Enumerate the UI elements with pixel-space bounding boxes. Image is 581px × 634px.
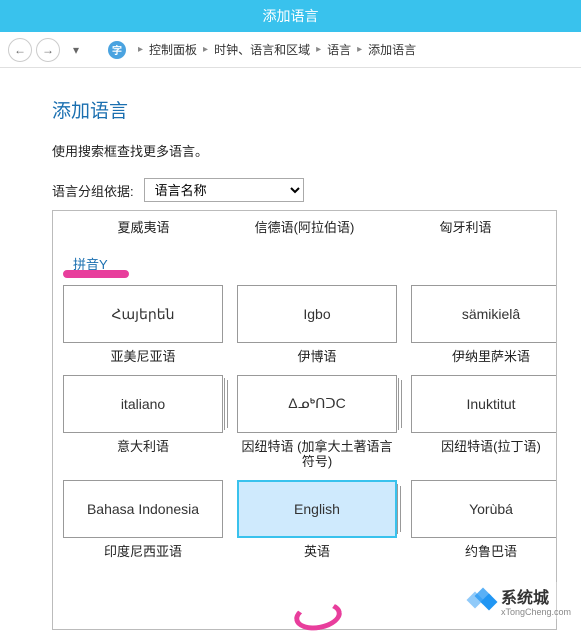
language-tile-label: 因纽特语(拉丁语): [441, 439, 541, 455]
language-tile-wrap: Igbo 伊博语: [237, 285, 397, 365]
language-tile-wrap: ΔᓄᒃᑎᑐC 因纽特语 (加拿大土著语言符号): [237, 375, 397, 470]
language-tile[interactable]: Հայերեն: [63, 285, 223, 343]
language-tile[interactable]: italiano: [63, 375, 223, 433]
language-tile[interactable]: Yorùbá: [411, 480, 557, 538]
section-heading: 拼音Y: [63, 240, 546, 279]
language-tile-label: 英语: [304, 544, 330, 560]
back-button[interactable]: ←: [8, 38, 32, 62]
breadcrumb: ▸ 控制面板 ▸ 时钟、语言和区域 ▸ 语言 ▸ 添加语言: [138, 41, 416, 58]
window-title: 添加语言: [263, 6, 319, 26]
language-tile-label: 伊博语: [297, 349, 336, 365]
language-tile-label: 因纽特语 (加拿大土著语言符号): [237, 439, 397, 470]
watermark-logo-icon: [467, 586, 497, 616]
language-tile-label: 意大利语: [117, 439, 169, 455]
watermark-text: 系统城 xTongCheng.com: [501, 584, 571, 617]
breadcrumb-item[interactable]: 控制面板: [149, 41, 197, 58]
language-tile-wrap: sämikielâ 伊纳里萨米语: [411, 285, 557, 365]
language-tile-label: 亚美尼亚语: [110, 349, 175, 365]
language-tile[interactable]: ΔᓄᒃᑎᑐC: [237, 375, 397, 433]
chevron-right-icon: ▸: [203, 44, 208, 55]
language-tile[interactable]: Igbo: [237, 285, 397, 343]
chevron-right-icon: ▸: [316, 44, 321, 55]
language-tile[interactable]: Inuktitut: [411, 375, 557, 433]
language-tile-wrap: Inuktitut 因纽特语(拉丁语): [411, 375, 557, 470]
language-label: 信德语(阿拉伯语): [225, 217, 385, 236]
group-select[interactable]: 语言名称: [144, 178, 304, 202]
chevron-right-icon: ▸: [138, 44, 143, 55]
breadcrumb-item[interactable]: 时钟、语言和区域: [214, 41, 310, 58]
language-label: 匈牙利语: [386, 217, 546, 236]
page-title: 添加语言: [52, 96, 557, 123]
language-tile-wrap: Հայերեն 亚美尼亚语: [63, 285, 223, 365]
language-tile-label: 约鲁巴语: [465, 544, 517, 560]
language-tile-wrap: English 英语: [237, 480, 397, 560]
breadcrumb-item[interactable]: 添加语言: [368, 41, 416, 58]
language-grid: Հայերեն亚美尼亚语Igbo伊博语sämikielâ伊纳里萨米语italia…: [63, 279, 546, 559]
content-area: 添加语言 使用搜索框查找更多语言。 语言分组依据: 语言名称 夏威夷语 信德语(…: [0, 68, 581, 630]
chevron-right-icon: ▸: [357, 44, 362, 55]
language-tile-wrap: Yorùbá 约鲁巴语: [411, 480, 557, 560]
group-label: 语言分组依据:: [52, 181, 134, 200]
window-titlebar: 添加语言: [0, 0, 581, 32]
annotation-underline: [63, 270, 129, 278]
language-tile[interactable]: sämikielâ: [411, 285, 557, 343]
search-hint: 使用搜索框查找更多语言。: [52, 141, 557, 160]
forward-button[interactable]: →: [36, 38, 60, 62]
language-tile[interactable]: English: [237, 480, 397, 538]
language-tile-wrap: italiano 意大利语: [63, 375, 223, 470]
language-tile[interactable]: Bahasa Indonesia: [63, 480, 223, 538]
nav-toolbar: ← → ▾ 字 ▸ 控制面板 ▸ 时钟、语言和区域 ▸ 语言 ▸ 添加语言: [0, 32, 581, 68]
previous-section-tail: 夏威夷语 信德语(阿拉伯语) 匈牙利语: [63, 211, 546, 240]
globe-icon: 字: [108, 41, 126, 59]
language-tile-label: 伊纳里萨米语: [452, 349, 530, 365]
language-tile-label: 印度尼西亚语: [104, 544, 182, 560]
watermark: 系统城 xTongCheng.com: [463, 582, 575, 619]
language-tile-wrap: Bahasa Indonesia 印度尼西亚语: [63, 480, 223, 560]
dropdown-history-button[interactable]: ▾: [64, 38, 88, 62]
group-row: 语言分组依据: 语言名称: [52, 178, 557, 202]
language-list[interactable]: 夏威夷语 信德语(阿拉伯语) 匈牙利语 拼音Y Հայերեն 亚美尼亚语 Igbo…: [52, 210, 557, 630]
language-label: 夏威夷语: [64, 217, 224, 236]
breadcrumb-item[interactable]: 语言: [327, 41, 351, 58]
